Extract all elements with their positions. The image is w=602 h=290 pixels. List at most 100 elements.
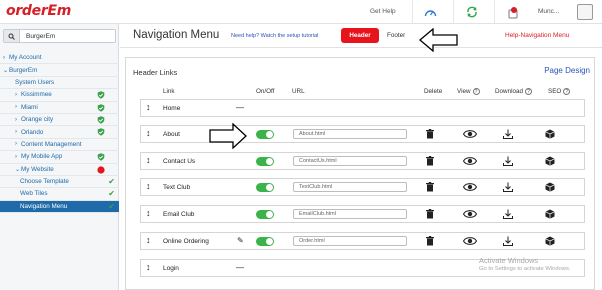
trash-icon[interactable]: [426, 129, 434, 139]
user-name[interactable]: Munc...: [538, 8, 559, 15]
eye-icon[interactable]: [463, 182, 477, 192]
cube-icon[interactable]: [545, 236, 555, 246]
sidebar-item-choose-template[interactable]: Choose Template ✔: [0, 176, 119, 189]
location-search[interactable]: BurgerEm: [3, 29, 116, 43]
search-input[interactable]: BurgerEm: [26, 33, 55, 40]
get-help-link[interactable]: Get Help: [370, 8, 396, 15]
url-field[interactable]: EmailClub.html: [293, 209, 407, 219]
eye-icon[interactable]: [463, 236, 477, 246]
sidebar-item-my-account[interactable]: › My Account: [0, 52, 119, 65]
search-button[interactable]: [4, 30, 20, 42]
on-off-toggle[interactable]: [256, 210, 274, 219]
table-row: ↕ Contact Us ContactUs.html: [140, 152, 585, 170]
gauge-icon: [424, 9, 437, 16]
on-off-toggle[interactable]: [256, 157, 274, 166]
drag-handle-icon[interactable]: ↕: [146, 208, 151, 218]
red-dot-icon: [97, 165, 105, 174]
checkmark-icon: ✔: [108, 176, 115, 186]
on-off-toggle[interactable]: [256, 183, 274, 192]
column-header-seo: SEO?: [548, 88, 571, 95]
download-label: Download: [495, 88, 524, 95]
setup-tutorial-link[interactable]: Need help? Watch the setup tutorial: [231, 33, 318, 39]
checkmark-icon: ✔: [108, 201, 115, 211]
sidebar-item-content-management[interactable]: › Content Management: [0, 139, 119, 152]
sidebar: BurgerEm › My Account ⌄ BurgerEm System Us…: [0, 24, 119, 290]
sidebar-item-my-website[interactable]: ⌄ My Website: [0, 164, 119, 176]
sidebar-item-label: Orlando: [21, 128, 44, 136]
table-row: ↕ Home —: [140, 99, 585, 117]
tab-footer[interactable]: Footer: [387, 32, 405, 39]
notifications-button[interactable]: [494, 0, 530, 24]
avatar[interactable]: [577, 4, 593, 20]
sidebar-item-system-users[interactable]: System Users: [0, 77, 119, 90]
help-navigation-link[interactable]: Help-Navigation Menu: [505, 32, 569, 39]
tab-header[interactable]: Header: [341, 28, 379, 43]
sidebar-item-kissimmee[interactable]: › Kissimmee: [0, 89, 119, 102]
notification-badge-icon: [508, 6, 517, 18]
link-label: Home: [163, 105, 181, 112]
sidebar-item-label: Miami: [21, 103, 38, 111]
activate-windows-title: Activate Windows: [479, 256, 539, 265]
refresh-icon: [466, 6, 477, 18]
panel-title: Header Links: [133, 68, 178, 77]
sidebar-nav: › My Account ⌄ BurgerEm System Users › Kiss…: [0, 52, 119, 214]
shield-check-icon: [97, 103, 105, 112]
drag-handle-icon[interactable]: ↕: [146, 181, 151, 191]
eye-icon[interactable]: [463, 156, 477, 166]
seo-label: SEO: [548, 88, 562, 95]
annotation-arrow-right: [209, 123, 247, 149]
cube-icon[interactable]: [545, 182, 555, 192]
eye-icon[interactable]: [463, 129, 477, 139]
sidebar-item-my-mobile-app[interactable]: › My Mobile App: [0, 151, 119, 164]
sidebar-item-miami[interactable]: › Miami: [0, 102, 119, 114]
trash-icon[interactable]: [426, 209, 434, 219]
download-icon[interactable]: [503, 129, 513, 139]
link-label: Contact Us: [163, 158, 196, 165]
refresh-button[interactable]: [453, 0, 489, 24]
dashboard-button[interactable]: [412, 0, 448, 24]
table-row: ↕ Email Club EmailClub.html: [140, 205, 585, 223]
url-field[interactable]: About.html: [293, 129, 407, 139]
trash-icon[interactable]: [426, 156, 434, 166]
trash-icon[interactable]: [426, 236, 434, 246]
download-icon[interactable]: [503, 182, 513, 192]
page-design-link[interactable]: Page Design: [544, 66, 590, 75]
download-icon[interactable]: [503, 236, 513, 246]
sidebar-item-navigation-menu[interactable]: Navigation Menu ✔: [0, 200, 119, 214]
pencil-icon[interactable]: ✎: [237, 236, 244, 245]
on-off-toggle[interactable]: [256, 130, 274, 139]
eye-icon[interactable]: [463, 209, 477, 219]
url-field[interactable]: ContactUs.html: [293, 156, 407, 166]
brand-logo[interactable]: orderEm: [6, 3, 71, 19]
cube-icon[interactable]: [545, 156, 555, 166]
sidebar-item-web-tiles[interactable]: Web Tiles ✔: [0, 188, 119, 201]
sidebar-item-label: My Mobile App: [21, 153, 63, 161]
drag-handle-icon[interactable]: ↕: [146, 235, 151, 245]
trash-icon[interactable]: [426, 182, 434, 192]
drag-handle-icon[interactable]: ↕: [146, 262, 151, 272]
shield-check-icon: [97, 116, 105, 124]
sidebar-item-orlando[interactable]: › Orlando: [0, 126, 119, 139]
url-field[interactable]: TextClub.html: [293, 182, 407, 192]
sidebar-item-label: System Users: [15, 78, 55, 86]
cube-icon[interactable]: [545, 209, 555, 219]
download-icon[interactable]: [503, 156, 513, 166]
drag-handle-icon[interactable]: ↕: [146, 128, 151, 138]
link-label: Online Ordering: [163, 238, 209, 245]
drag-handle-icon[interactable]: ↕: [146, 155, 151, 165]
help-icon[interactable]: ?: [525, 88, 533, 95]
help-icon[interactable]: ?: [472, 88, 480, 95]
shield-check-icon: [97, 153, 105, 161]
column-header-link: Link: [163, 88, 175, 95]
cube-icon[interactable]: [545, 129, 555, 139]
drag-handle-icon[interactable]: ↕: [146, 102, 151, 112]
table-row: ↕ Online Ordering ✎ Order.html: [140, 232, 585, 250]
url-field[interactable]: Order.html: [293, 236, 407, 246]
column-header-url: URL: [292, 88, 305, 95]
sidebar-item-label: BurgerEm: [9, 66, 38, 74]
download-icon[interactable]: [503, 209, 513, 219]
sidebar-item-burgerem[interactable]: ⌄ BurgerEm: [0, 64, 119, 77]
help-icon[interactable]: ?: [563, 88, 571, 95]
on-off-toggle[interactable]: [256, 237, 274, 246]
sidebar-item-orange-city[interactable]: › Orange city: [0, 114, 119, 127]
